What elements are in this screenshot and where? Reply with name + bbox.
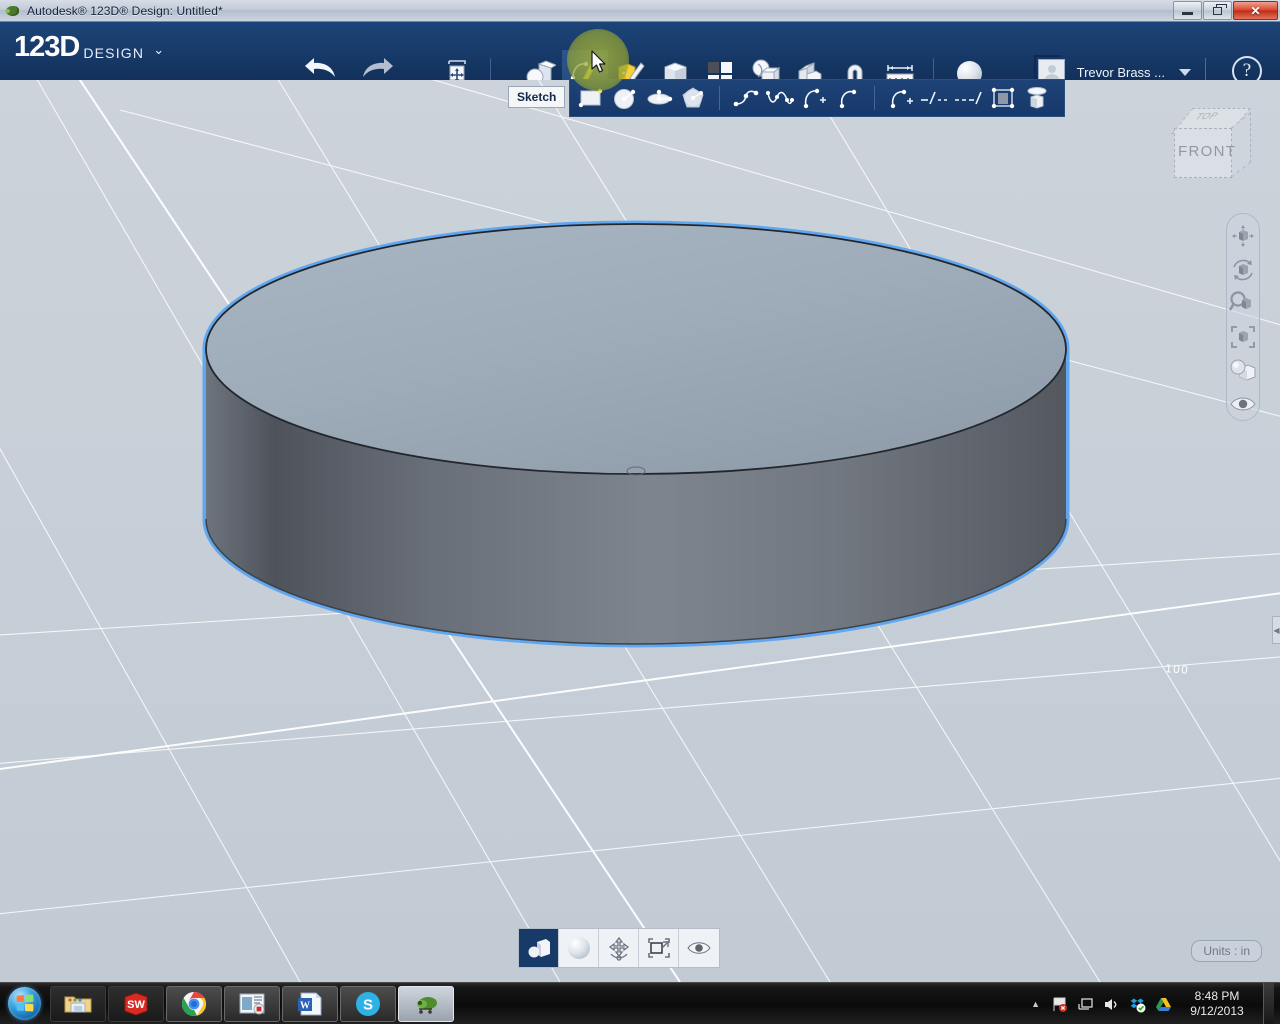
sketch-spline-button[interactable] [763,81,797,115]
tray-network-icon[interactable] [1077,996,1094,1013]
cylinder-model[interactable] [196,144,1076,804]
grid-scale-label: 100 [1164,662,1190,677]
tray-overflow-icon[interactable]: ▲ [1031,999,1040,1009]
window-title: Autodesk® 123D® Design: Untitled* [27,3,223,18]
app-icon [5,3,21,19]
cylinder-top-face [205,223,1067,475]
taskbar-item-skype[interactable]: S [340,985,396,1022]
sketch-rectangle-button[interactable] [574,81,608,115]
view-cube-front-label: FRONT [1178,143,1237,160]
sketch-trim-button[interactable] [918,81,952,115]
material-button-bottom[interactable] [559,929,599,967]
restore-button[interactable] [1203,1,1232,20]
taskbar-item-solidworks[interactable]: SW [108,985,164,1022]
show-desktop-button[interactable] [1263,983,1274,1024]
sketch-circle-button[interactable] [608,81,642,115]
units-indicator[interactable]: Units : in [1191,940,1262,962]
user-name-label: Trevor Brass ... [1076,64,1165,80]
pan-icon[interactable] [1228,220,1258,252]
logo-123d: 123D [14,31,80,63]
view-cube[interactable]: TOP FRONT [1164,94,1264,194]
visibility-button-bottom[interactable] [679,929,719,967]
sketch-extend-button[interactable] [952,81,986,115]
viewport-3d[interactable]: 100 TOP FRONT ◀ [0,80,1280,982]
fit-scene-button[interactable] [639,929,679,967]
bottom-toolbar [518,928,720,968]
sketch-fillet-button[interactable] [884,81,918,115]
sketch-three-point-arc-button[interactable] [831,81,865,115]
chevron-down-icon[interactable]: ⌄ [153,42,164,58]
close-button[interactable]: ✕ [1233,1,1278,20]
sketch-two-point-arc-button[interactable] [797,81,831,115]
tray-dropbox-icon[interactable] [1129,996,1146,1013]
tray-google-drive-icon[interactable] [1155,996,1172,1013]
sketch-tooltip: Sketch [508,86,566,108]
window-controls: ✕ [1173,1,1278,20]
svg-text:W: W [300,1000,310,1011]
svg-text:SW: SW [127,999,145,1011]
taskbar-item-google-chrome[interactable] [166,985,222,1022]
app-logo[interactable]: 123D DESIGN ⌄ [14,33,164,62]
side-panel-handle[interactable]: ◀ [1272,616,1280,644]
svg-text:S: S [363,996,373,1013]
tray-flag-action-center-icon[interactable] [1051,996,1068,1013]
sketch-flyout-panel [569,79,1065,117]
tray-volume-icon[interactable] [1103,996,1120,1013]
clock-time: 8:48 PM [1194,989,1240,1003]
sketch-project-button[interactable] [1020,81,1054,115]
system-tray: ▲ 8:48 PM 9/12/2013 [1031,983,1280,1024]
taskbar-item-windows-explorer[interactable] [50,985,106,1022]
visibility-icon[interactable] [1228,388,1258,420]
windows-taskbar: SW W S ▲ 8:48 PM 9/12/2013 [0,982,1280,1024]
sketch-offset-button[interactable] [986,81,1020,115]
navigation-toolbar [1226,213,1260,421]
taskbar-items: SW W S [50,985,454,1022]
sketch-ellipse-button[interactable] [642,81,676,115]
sketch-polygon-button[interactable] [676,81,710,115]
chevron-down-icon[interactable] [1179,68,1191,76]
redo-button[interactable] [359,58,393,82]
taskbar-clock[interactable]: 8:48 PM 9/12/2013 [1186,989,1248,1019]
grid-snap-button[interactable] [599,929,639,967]
app-toolbar: 123D DESIGN ⌄ Trevor Brass ... ? [0,22,1280,96]
start-button[interactable] [2,984,46,1024]
mouse-cursor [591,50,608,75]
taskbar-item-autodesk-123d-design[interactable] [398,985,454,1022]
clock-date: 9/12/2013 [1190,1004,1244,1018]
taskbar-item-media-player[interactable] [224,985,280,1022]
logo-design: DESIGN [83,45,145,61]
application-window: Autodesk® 123D® Design: Untitled* ✕ 123D… [0,0,1280,1024]
sketch-polyline-button[interactable] [729,81,763,115]
zoom-icon[interactable] [1228,287,1258,319]
view-style-icon[interactable] [1228,355,1258,387]
window-titlebar: Autodesk® 123D® Design: Untitled* ✕ [0,0,1280,22]
windows-logo-icon [7,987,41,1020]
fit-icon[interactable] [1228,321,1258,353]
undo-redo-group [305,58,393,82]
orbit-icon[interactable] [1228,254,1258,286]
minimize-button[interactable] [1173,1,1202,20]
undo-button[interactable] [305,58,339,82]
taskbar-item-microsoft-word[interactable]: W [282,985,338,1022]
display-mode-button[interactable] [519,929,559,967]
